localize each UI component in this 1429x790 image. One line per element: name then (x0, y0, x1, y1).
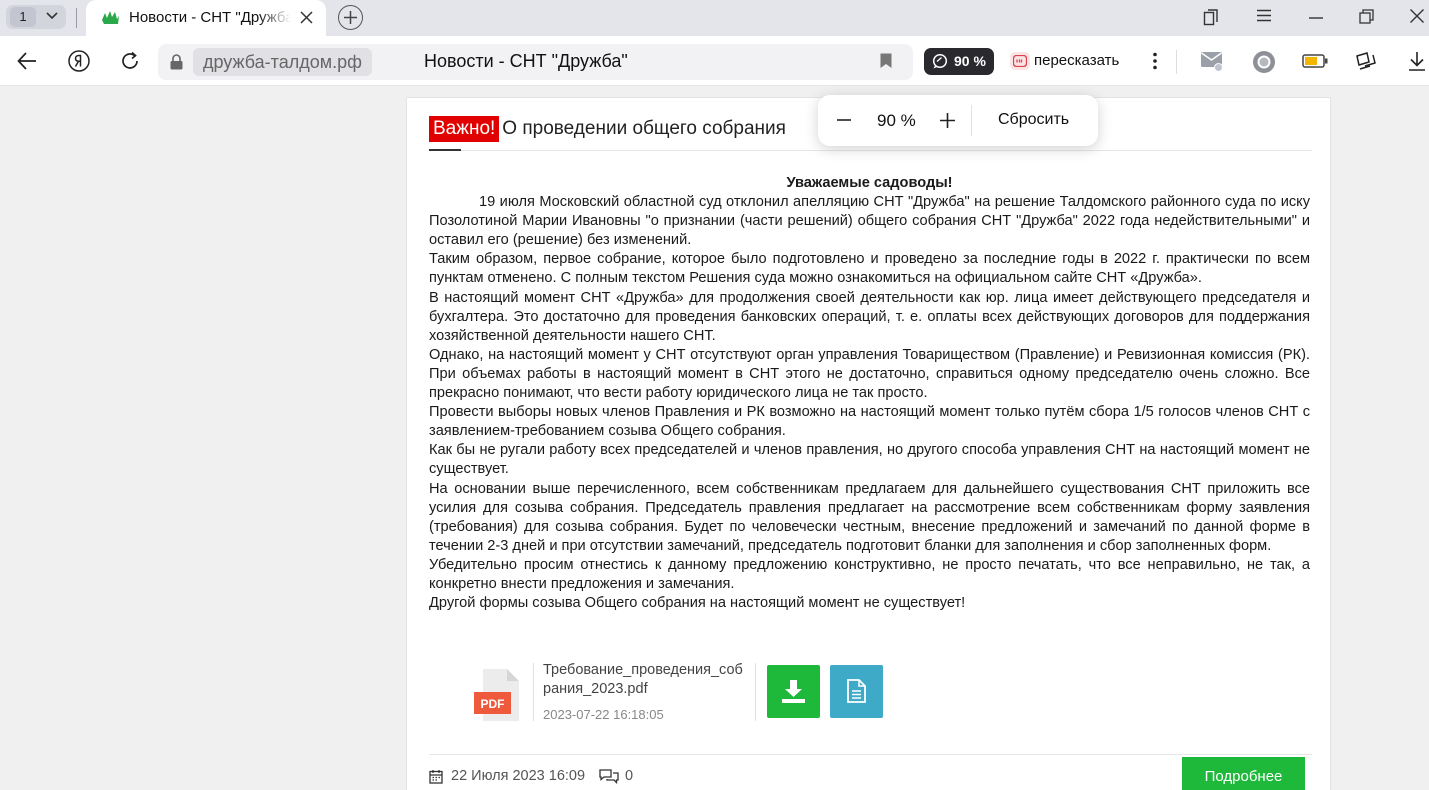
quote-icon (1010, 52, 1030, 70)
zoom-reset-button[interactable]: Сбросить (998, 111, 1069, 129)
view-attachment-button[interactable] (830, 665, 883, 718)
tab-group-switcher[interactable]: 1 (6, 5, 66, 29)
close-tab-icon[interactable] (300, 11, 313, 24)
page-viewport: Важно! О проведении общего собрания Уважа… (0, 87, 1429, 790)
tab-strip: 1 Новости - СНТ "Дружба" (0, 0, 1429, 37)
paragraph: Таким образом, первое собрание, которое … (429, 251, 1310, 287)
important-badge: Важно! (429, 116, 500, 142)
divider (1176, 50, 1177, 74)
collections-icon[interactable] (1355, 50, 1377, 72)
tab-bookmarks-icon[interactable] (1203, 9, 1219, 26)
address-bar[interactable]: дружба-талдом.рф Новости - СНТ "Дружба" (158, 44, 913, 80)
divider (533, 663, 534, 721)
yandex-icon[interactable] (68, 50, 90, 72)
divider (971, 105, 972, 136)
document-icon (847, 679, 866, 703)
paragraph: На основании выше перечисленного, всем с… (429, 480, 1310, 554)
paragraph: Как бы не ругали работу всех председател… (429, 442, 1310, 478)
favicon-icon (102, 11, 119, 24)
pdf-file-icon[interactable]: PDF (473, 668, 521, 722)
close-window-icon[interactable] (1410, 9, 1424, 23)
battery-icon[interactable] (1302, 54, 1328, 68)
article-heading: Важно! О проведении общего собрания (429, 116, 786, 142)
read-more-button[interactable]: Подробнее (1182, 757, 1305, 790)
comment-icon (932, 54, 948, 69)
paragraph: Однако, на настоящий момент у СНТ отсутс… (429, 346, 1310, 402)
paragraph: В настоящий момент СНТ «Дружба» для прод… (429, 289, 1310, 344)
divider (429, 150, 1312, 151)
divider (755, 663, 756, 721)
lock-icon[interactable] (170, 54, 183, 70)
chevron-down-icon (46, 12, 58, 20)
bookmark-icon[interactable] (880, 53, 892, 69)
new-tab-button[interactable] (338, 5, 363, 30)
divider (429, 754, 1312, 755)
paragraph: Убедительно просим отнестись к данному п… (429, 556, 1310, 592)
retell-label: пересказать (1034, 52, 1120, 69)
kebab-icon[interactable] (1153, 52, 1157, 70)
download-icon[interactable] (1408, 51, 1426, 71)
browser-toolbar: дружба-талдом.рф Новости - СНТ "Дружба" … (0, 36, 1429, 86)
news-card: Важно! О проведении общего собрания Уважа… (406, 97, 1331, 790)
comments-icon (599, 769, 619, 784)
paragraph: Провести выборы новых членов Правления и… (429, 404, 1310, 440)
address-page-title[interactable]: Новости - СНТ "Дружба" (424, 51, 628, 72)
paragraph: 19 июля Московский областной суд отклони… (429, 194, 1310, 249)
paragraph: Другой формы созыва Общего собрания на н… (429, 595, 966, 612)
reload-icon[interactable] (120, 51, 140, 71)
tab-title: Новости - СНТ "Дружба" (129, 9, 291, 26)
zoom-popup: 90 % Сбросить (818, 95, 1098, 146)
url-domain[interactable]: дружба-талдом.рф (193, 48, 372, 76)
attachment-datetime: 2023-07-22 16:18:05 (543, 707, 664, 722)
tab-count: 1 (10, 7, 36, 27)
attachment: PDF Требование_проведения_собрания_2023.… (467, 661, 957, 723)
divider (76, 8, 77, 28)
greeting: Уважаемые садоводы! (786, 175, 953, 191)
article-title[interactable]: О проведении общего собрания (502, 117, 786, 141)
title-underline (429, 149, 461, 151)
zoom-indicator[interactable]: 90 % (924, 48, 994, 75)
mail-icon[interactable] (1200, 50, 1224, 72)
minimize-icon[interactable] (1309, 17, 1323, 19)
download-icon (782, 680, 805, 703)
download-attachment-button[interactable] (767, 665, 820, 718)
zoom-out-icon[interactable] (837, 113, 851, 127)
plus-icon (344, 11, 357, 24)
browser-tab[interactable]: Новости - СНТ "Дружба" (86, 0, 326, 37)
zoom-in-icon[interactable] (940, 113, 955, 128)
publish-date: 22 Июля 2023 16:09 (451, 768, 586, 784)
attachment-filename[interactable]: Требование_проведения_собрания_2023.pdf (543, 661, 743, 699)
back-icon[interactable] (17, 51, 37, 71)
zoom-level: 90 % (877, 111, 916, 130)
comment-count[interactable]: 0 (625, 768, 633, 784)
calendar-icon (429, 770, 443, 784)
restore-icon[interactable] (1359, 9, 1374, 24)
alice-icon[interactable] (1252, 50, 1276, 74)
article-body: Уважаемые садоводы! 19 июля Московский о… (429, 174, 1310, 613)
pdf-label: PDF (481, 697, 505, 711)
menu-icon[interactable] (1257, 9, 1271, 22)
zoom-value: 90 % (954, 53, 986, 69)
